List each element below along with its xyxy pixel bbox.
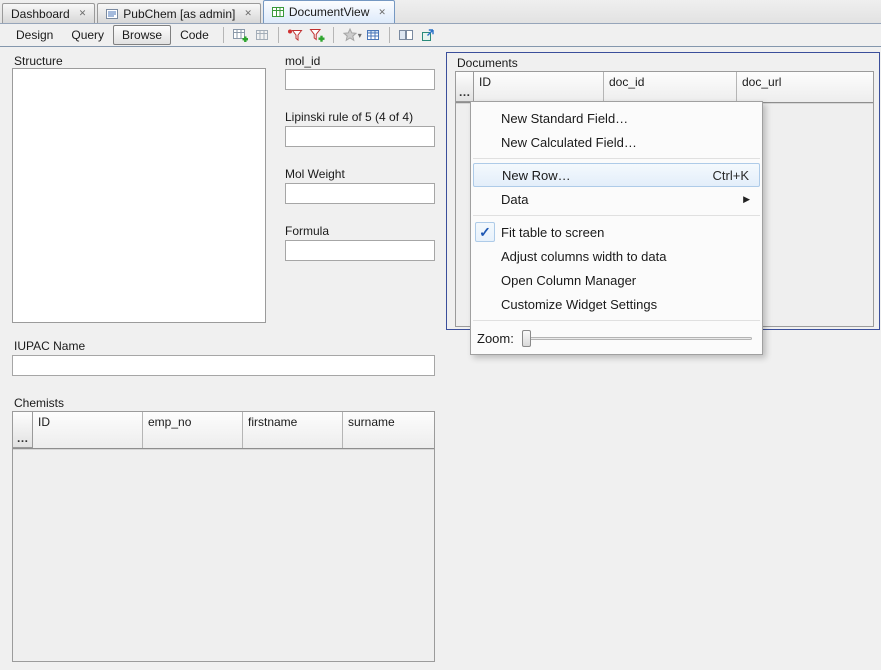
- mol-weight-label: Mol Weight: [285, 167, 345, 181]
- code-mode-button[interactable]: Code: [171, 25, 218, 45]
- menu-separator: [473, 158, 760, 159]
- design-mode-button[interactable]: Design: [7, 25, 62, 45]
- mol-weight-input[interactable]: [285, 183, 435, 204]
- split-view-icon[interactable]: [395, 25, 417, 45]
- ellipsis-icon: …: [459, 87, 471, 98]
- menu-item-label: Data: [501, 192, 528, 207]
- column-header-doc-id[interactable]: doc_id: [604, 72, 737, 102]
- menu-item-label: New Calculated Field…: [501, 135, 637, 150]
- toolbar-separator: [278, 27, 279, 43]
- menu-item-fit-table-to-screen[interactable]: ✓ Fit table to screen: [471, 220, 762, 244]
- zoom-row: Zoom:: [471, 325, 762, 350]
- ellipsis-icon: …: [17, 433, 29, 444]
- chemists-table-header: … ID emp_no firstname surname: [13, 412, 434, 449]
- slider-track: [522, 337, 752, 340]
- lipinski-input[interactable]: [285, 126, 435, 147]
- application-window: Dashboard ✕ PubChem [as admin] ✕ Documen…: [0, 0, 881, 670]
- menu-item-label: Open Column Manager: [501, 273, 636, 288]
- menu-separator: [473, 215, 760, 216]
- tab-label: PubChem [as admin]: [123, 7, 235, 21]
- tab-label: Dashboard: [11, 7, 70, 21]
- column-header-firstname[interactable]: firstname: [243, 412, 343, 448]
- menu-shortcut: Ctrl+K: [693, 168, 749, 183]
- documents-table-header: … ID doc_id doc_url: [456, 72, 873, 103]
- menu-item-customize-widget-settings[interactable]: Customize Widget Settings: [471, 292, 762, 316]
- tab-pubchem[interactable]: PubChem [as admin] ✕: [97, 3, 261, 23]
- tab-label: DocumentView: [289, 5, 369, 19]
- zoom-label: Zoom:: [477, 331, 514, 346]
- menu-item-adjust-columns-width[interactable]: Adjust columns width to data: [471, 244, 762, 268]
- structure-viewer[interactable]: [12, 68, 266, 323]
- toolbar-separator: [389, 27, 390, 43]
- slider-handle[interactable]: [522, 330, 531, 347]
- column-header-doc-url[interactable]: doc_url: [737, 72, 873, 102]
- column-header-surname[interactable]: surname: [343, 412, 434, 448]
- toolbar-separator: [223, 27, 224, 43]
- chemists-table: … ID emp_no firstname surname: [12, 411, 435, 662]
- close-icon[interactable]: ✕: [378, 8, 386, 17]
- menu-item-new-row[interactable]: New Row… Ctrl+K: [473, 163, 760, 187]
- menu-item-label: Adjust columns width to data: [501, 249, 666, 264]
- menu-item-open-column-manager[interactable]: Open Column Manager: [471, 268, 762, 292]
- tab-dashboard[interactable]: Dashboard ✕: [2, 3, 95, 23]
- add-filter-icon[interactable]: [306, 25, 328, 45]
- tab-documentview[interactable]: DocumentView ✕: [263, 0, 395, 23]
- submenu-arrow-icon: ▶: [743, 194, 750, 205]
- iupac-name-input[interactable]: [12, 355, 435, 376]
- table-green-icon: [272, 6, 284, 18]
- menu-item-label: Customize Widget Settings: [501, 297, 657, 312]
- table-icon[interactable]: [251, 25, 273, 45]
- chemists-table-body[interactable]: [13, 449, 434, 661]
- add-table-icon[interactable]: [229, 25, 251, 45]
- menu-item-label: Fit table to screen: [501, 225, 604, 240]
- query-mode-button[interactable]: Query: [62, 25, 113, 45]
- toolbar: Design Query Browse Code ▾: [0, 24, 881, 47]
- iupac-name-label: IUPAC Name: [14, 339, 85, 353]
- menu-item-new-standard-field[interactable]: New Standard Field…: [471, 106, 762, 130]
- mol-id-input[interactable]: [285, 69, 435, 90]
- zoom-slider[interactable]: [520, 330, 754, 347]
- formula-input[interactable]: [285, 240, 435, 261]
- structure-label: Structure: [14, 54, 63, 68]
- column-header-emp-no[interactable]: emp_no: [143, 412, 243, 448]
- formula-label: Formula: [285, 224, 329, 238]
- menu-item-data[interactable]: Data ▶: [471, 187, 762, 211]
- menu-separator: [473, 320, 760, 321]
- chemists-label: Chemists: [14, 396, 64, 410]
- open-external-icon[interactable]: [417, 25, 439, 45]
- filter-icon[interactable]: [284, 25, 306, 45]
- close-icon[interactable]: ✕: [79, 9, 87, 18]
- table-options-button[interactable]: …: [13, 412, 33, 448]
- table-options-button[interactable]: …: [456, 72, 474, 102]
- column-header-id[interactable]: ID: [33, 412, 143, 448]
- dataset-grid-icon[interactable]: [362, 25, 384, 45]
- mol-id-label: mol_id: [285, 54, 320, 68]
- menu-item-label: New Row…: [502, 168, 571, 183]
- tab-bar: Dashboard ✕ PubChem [as admin] ✕ Documen…: [0, 0, 881, 24]
- column-header-id[interactable]: ID: [474, 72, 604, 102]
- browse-mode-button[interactable]: Browse: [113, 25, 171, 45]
- close-icon[interactable]: ✕: [244, 9, 252, 18]
- menu-item-new-calculated-field[interactable]: New Calculated Field…: [471, 130, 762, 154]
- menu-item-label: New Standard Field…: [501, 111, 628, 126]
- checkmark-icon: ✓: [475, 222, 495, 242]
- context-menu: New Standard Field… New Calculated Field…: [470, 101, 763, 355]
- lipinski-label: Lipinski rule of 5 (4 of 4): [285, 110, 413, 124]
- documents-label: Documents: [457, 56, 518, 70]
- toolbar-separator: [333, 27, 334, 43]
- form-icon: [106, 8, 118, 20]
